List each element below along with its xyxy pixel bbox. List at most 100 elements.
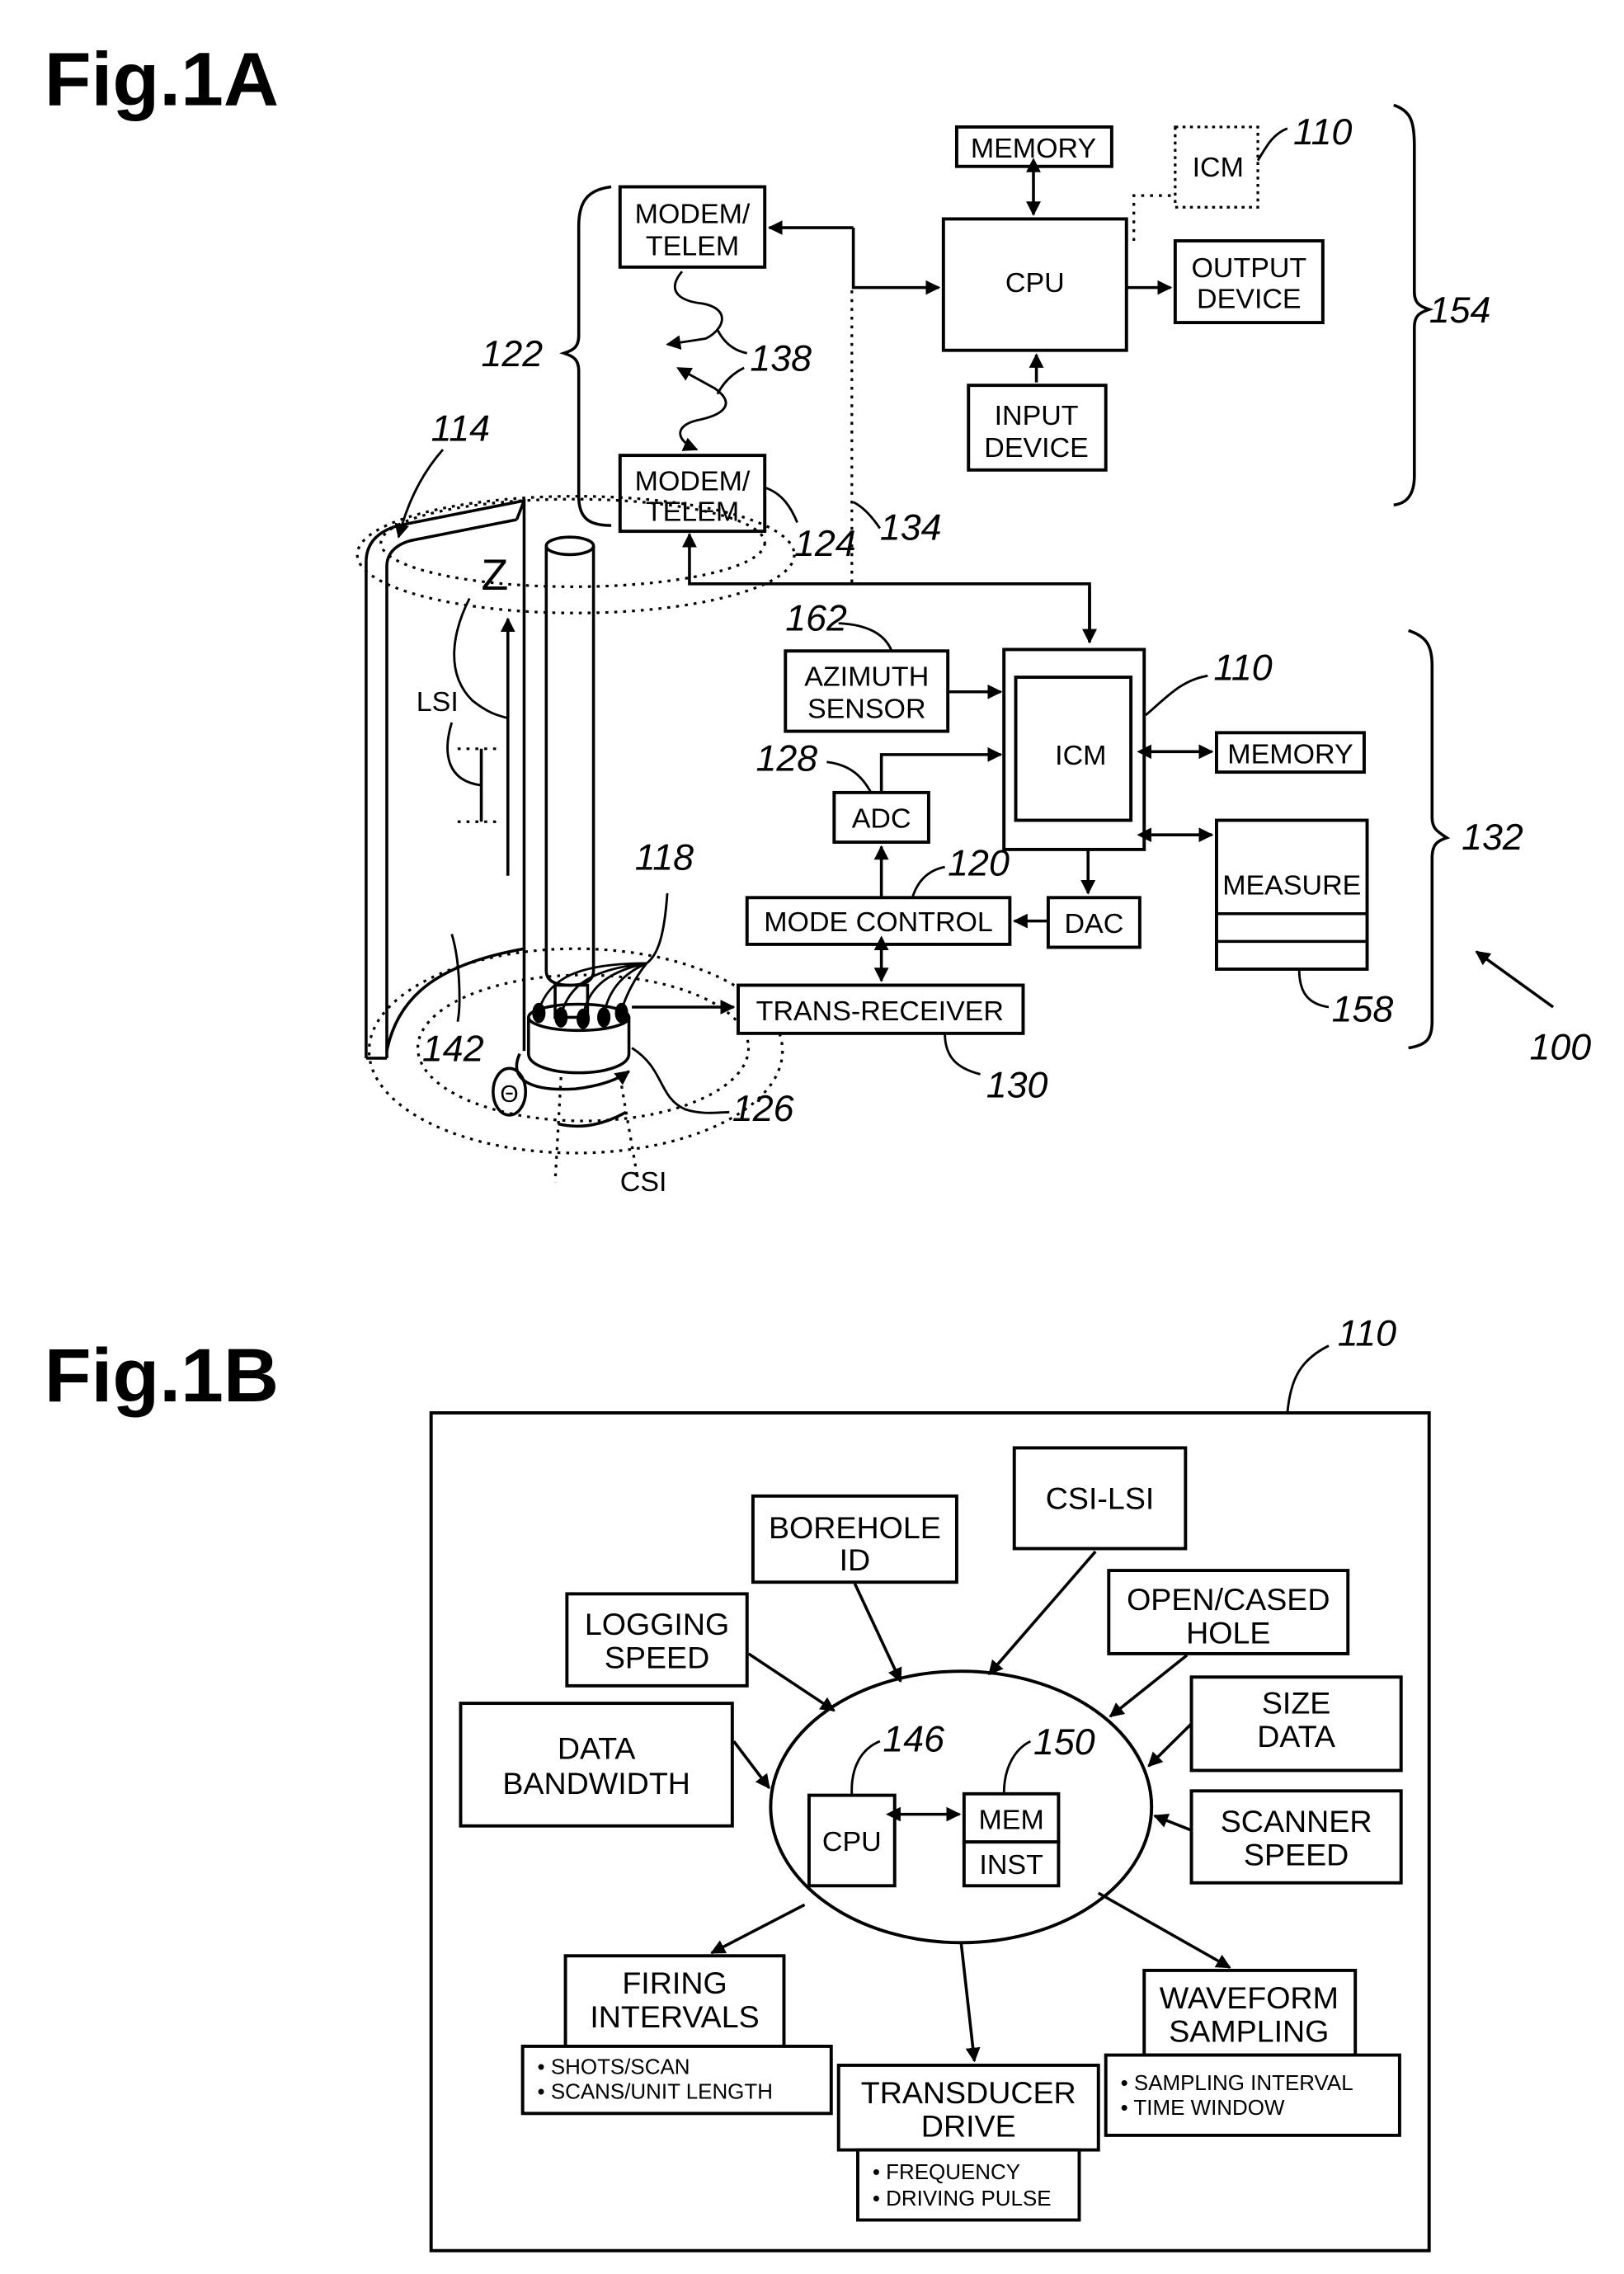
modem-telem-downhole: MODEM/ TELEM bbox=[618, 454, 767, 534]
opencased-line1: OPEN/CASED bbox=[1127, 1582, 1330, 1617]
ref-100: 100 bbox=[1529, 1028, 1591, 1068]
ref-158: 158 bbox=[1332, 990, 1394, 1030]
borehole-line1: BOREHOLE bbox=[769, 1510, 941, 1545]
leader-110-top bbox=[1256, 127, 1288, 162]
borehole-id-box: BOREHOLE ID bbox=[751, 1494, 958, 1584]
leader-110-fig1b bbox=[1286, 1344, 1330, 1414]
ref-118: 118 bbox=[635, 838, 694, 878]
link-icm-modem bbox=[681, 532, 1091, 643]
ref-162: 162 bbox=[785, 599, 847, 639]
input-line1: INPUT bbox=[995, 400, 1079, 431]
mem-inst-block: MEM INST bbox=[962, 1791, 1061, 1888]
ref-124: 124 bbox=[794, 524, 856, 564]
data-bandwidth-box: DATA BANDWIDTH bbox=[459, 1702, 734, 1828]
measure-label: MEASURE bbox=[1222, 870, 1361, 902]
leader-126 bbox=[631, 1047, 730, 1114]
ref-110-fig1b: 110 bbox=[1338, 1314, 1397, 1354]
waveform-sampling-box: WAVEFORM SAMPLING • SAMPLING INTERVAL • … bbox=[1104, 1968, 1401, 2137]
azimuth-line1: AZIMUTH bbox=[804, 661, 929, 693]
firing-item-1: • SHOTS/SCAN bbox=[538, 2056, 690, 2079]
ref-154: 154 bbox=[1429, 290, 1491, 331]
leader-134 bbox=[852, 501, 882, 530]
mode-control-label: MODE CONTROL bbox=[764, 906, 993, 938]
transducer-line1: TRANSDUCER bbox=[861, 2075, 1076, 2110]
sizedata-line2: DATA bbox=[1257, 1719, 1335, 1754]
ref-122: 122 bbox=[482, 334, 544, 374]
icm-label: ICM bbox=[1055, 740, 1106, 771]
brace-132 bbox=[1408, 629, 1451, 1050]
opencased-line2: HOLE bbox=[1186, 1616, 1270, 1650]
leader-138b bbox=[716, 366, 745, 395]
ref-126: 126 bbox=[732, 1089, 794, 1129]
leader-130 bbox=[944, 1033, 981, 1076]
measure-block: MEASURE bbox=[1214, 818, 1369, 971]
ref-120: 120 bbox=[948, 844, 1010, 884]
arrow-100 bbox=[1475, 950, 1555, 1009]
memory-tool-label: MEMORY bbox=[1227, 739, 1353, 770]
azimuth-line2: SENSOR bbox=[807, 694, 926, 725]
logging-speed-box: LOGGING SPEED bbox=[565, 1592, 749, 1688]
ref-110-top: 110 bbox=[1293, 112, 1353, 153]
figure-1b: Fig.1B 110 CPU MEM INST 146 150 CSI-LSI bbox=[45, 1314, 1431, 2253]
leader-120 bbox=[911, 865, 945, 898]
csi-lsi-box: CSI-LSI bbox=[1012, 1446, 1188, 1551]
icm-dotted-label: ICM bbox=[1193, 152, 1244, 183]
firing-intervals-box: FIRING INTERVALS • SHOTS/SCAN • SCANS/UN… bbox=[520, 1954, 833, 2116]
transducer-item-2: • DRIVING PULSE bbox=[873, 2187, 1052, 2210]
telemetry-wave-up bbox=[676, 367, 727, 451]
firing-line1: FIRING bbox=[622, 1966, 727, 2000]
waveform-item-1: • SAMPLING INTERVAL bbox=[1121, 2072, 1353, 2095]
mem-label: MEM bbox=[978, 1804, 1043, 1835]
ref-110-mid: 110 bbox=[1213, 648, 1273, 689]
icm-dotted-block: ICM bbox=[1174, 125, 1259, 209]
leader-124 bbox=[764, 486, 798, 524]
csi-lsi-label: CSI-LSI bbox=[1046, 1481, 1155, 1516]
output-line1: OUTPUT bbox=[1191, 252, 1306, 284]
ref-138: 138 bbox=[750, 339, 812, 379]
cpu-146-block: CPU bbox=[807, 1793, 897, 1888]
z-leader bbox=[453, 597, 509, 720]
open-cased-hole-box: OPEN/CASED HOLE bbox=[1107, 1569, 1350, 1655]
firing-line2: INTERVALS bbox=[590, 1999, 759, 2034]
ref-132: 132 bbox=[1462, 817, 1523, 858]
transducer-drive-box: TRANSDUCER DRIVE • FREQUENCY • DRIVING P… bbox=[836, 2064, 1100, 2222]
bandwidth-line2: BANDWIDTH bbox=[502, 1766, 690, 1801]
borehole-casing-inner bbox=[385, 518, 517, 1058]
logging-line2: SPEED bbox=[605, 1641, 709, 1675]
trans-receiver-label: TRANS-RECEIVER bbox=[756, 996, 1004, 1027]
sizedata-line1: SIZE bbox=[1262, 1686, 1331, 1721]
output-device-block: OUTPUT DEVICE bbox=[1173, 239, 1325, 325]
trans-receiver-block: TRANS-RECEIVER bbox=[737, 983, 1025, 1035]
output-line2: DEVICE bbox=[1197, 284, 1302, 315]
ref-134: 134 bbox=[880, 508, 942, 548]
ref-142: 142 bbox=[422, 1029, 484, 1070]
memory-block-tool: MEMORY bbox=[1214, 731, 1366, 774]
brace-122 bbox=[559, 185, 612, 527]
arrow-to-cpu bbox=[851, 228, 941, 295]
leader-142-arc bbox=[450, 934, 461, 1022]
brace-154 bbox=[1393, 103, 1434, 507]
tool-top bbox=[544, 535, 595, 557]
ref-150: 150 bbox=[1033, 1722, 1095, 1763]
transducer-line2: DRIVE bbox=[921, 2109, 1016, 2144]
cpu-label: CPU bbox=[1005, 267, 1065, 299]
waveform-line2: SAMPLING bbox=[1169, 2014, 1329, 2049]
leader-128 bbox=[826, 760, 873, 793]
scanner-speed-box: SCANNER SPEED bbox=[1189, 1789, 1403, 1885]
adc-block: ADC bbox=[832, 790, 930, 844]
ref-146: 146 bbox=[883, 1720, 944, 1760]
azimuth-sensor-block: AZIMUTH SENSOR bbox=[784, 649, 950, 733]
icm-block: ICM bbox=[1002, 647, 1146, 851]
ref-130: 130 bbox=[986, 1066, 1048, 1106]
z-axis-label: Z bbox=[482, 551, 509, 600]
theta-symbol: Θ bbox=[500, 1081, 518, 1108]
memory-label: MEMORY bbox=[971, 133, 1096, 164]
scanner-line2: SPEED bbox=[1244, 1838, 1349, 1872]
ref-128: 128 bbox=[756, 739, 817, 779]
adc-label: ADC bbox=[852, 803, 911, 835]
firing-item-2: • SCANS/UNIT LENGTH bbox=[538, 2081, 773, 2104]
transducer-item-1: • FREQUENCY bbox=[873, 2161, 1020, 2184]
modem-telem-surface: MODEM/ TELEM bbox=[618, 185, 767, 269]
modem-bottom-line1: MODEM/ bbox=[635, 466, 751, 497]
fig1b-title: Fig.1B bbox=[45, 1332, 279, 1417]
